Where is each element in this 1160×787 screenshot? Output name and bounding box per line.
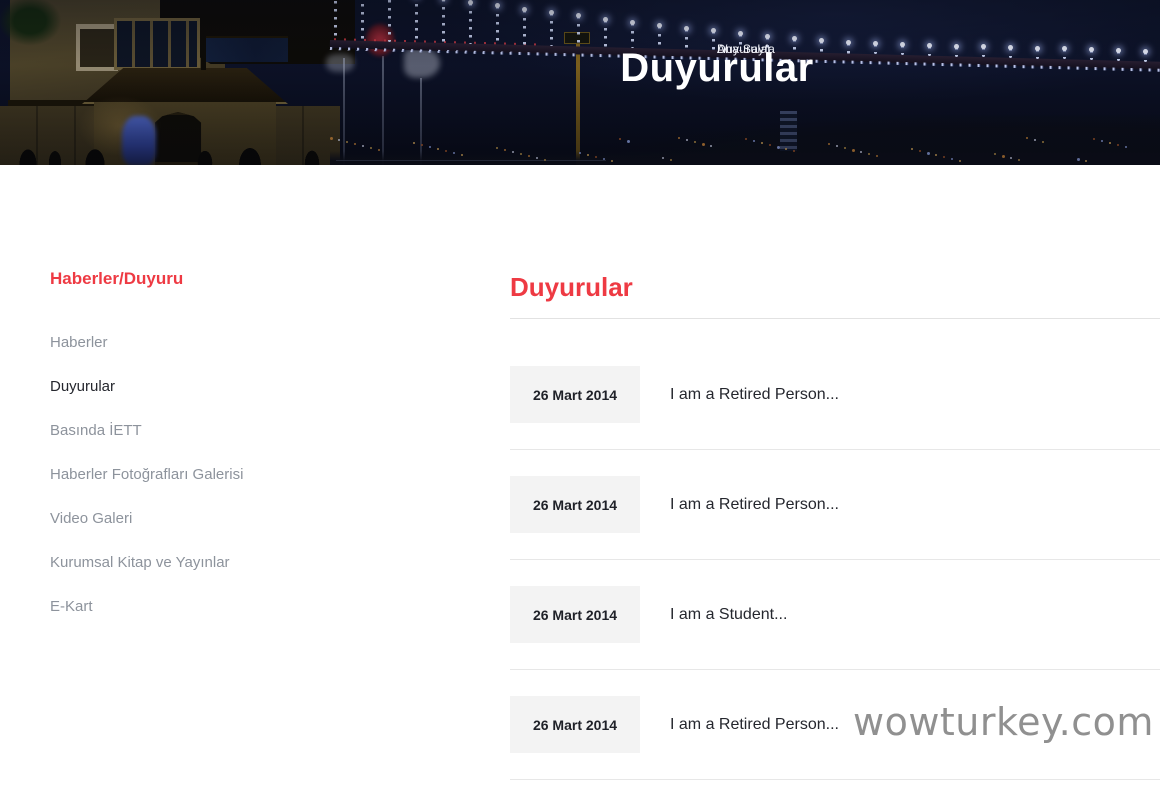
announcement-row[interactable]: 26 Mart 2014 I am a Student... [510, 560, 1160, 670]
announcement-title[interactable]: I am a Retired Person... [670, 386, 839, 404]
announcement-date-badge: 26 Mart 2014 [510, 586, 640, 643]
sidebar-item-e-kart[interactable]: E-Kart [50, 599, 430, 615]
announcement-row[interactable]: 26 Mart 2014 I am a Retired Person... [510, 670, 1160, 780]
sidebar: Haberler/Duyuru Haberler Duyurular Basın… [50, 269, 430, 643]
sidebar-item-basinda-iett[interactable]: Basında İETT [50, 423, 430, 439]
sidebar-heading[interactable]: Haberler/Duyuru [50, 269, 430, 289]
announcement-title[interactable]: I am a Student... [670, 606, 787, 624]
sidebar-item-duyurular[interactable]: Duyurular [50, 379, 430, 395]
announcement-list: 26 Mart 2014 I am a Retired Person... 26… [510, 340, 1160, 780]
announcement-row[interactable]: 26 Mart 2014 I am a Retired Person... [510, 450, 1160, 560]
announcements-panel: Duyurular 26 Mart 2014 I am a Retired Pe… [510, 273, 1160, 780]
announcement-date-badge: 26 Mart 2014 [510, 366, 640, 423]
content-area: Haberler/Duyuru Haberler Duyurular Basın… [0, 165, 1160, 787]
sidebar-item-kurumsal-kitap-ve-yayinlar[interactable]: Kurumsal Kitap ve Yayınlar [50, 555, 430, 571]
photo-dark-overlay [0, 0, 1160, 165]
sidebar-item-haberler-fotograflari-galerisi[interactable]: Haberler Fotoğrafları Galerisi [50, 467, 430, 483]
section-heading: Duyurular [510, 273, 1160, 319]
sidebar-menu: Haberler Duyurular Basında İETT Haberler… [50, 335, 430, 615]
breadcrumb-current: Duyurular [717, 42, 772, 56]
announcement-title[interactable]: I am a Retired Person... [670, 716, 839, 734]
hero-content: Ana Sayfa/Duyurular Duyurular [620, 42, 813, 89]
hero-background-photo [0, 0, 1160, 165]
announcement-date-badge: 26 Mart 2014 [510, 696, 640, 753]
announcement-title[interactable]: I am a Retired Person... [670, 496, 839, 514]
announcement-row[interactable]: 26 Mart 2014 I am a Retired Person... [510, 340, 1160, 450]
sidebar-item-video-galeri[interactable]: Video Galeri [50, 511, 430, 527]
hero-header: Ana Sayfa/Duyurular Duyurular [0, 0, 1160, 165]
sidebar-item-haberler[interactable]: Haberler [50, 335, 430, 351]
announcement-date-badge: 26 Mart 2014 [510, 476, 640, 533]
